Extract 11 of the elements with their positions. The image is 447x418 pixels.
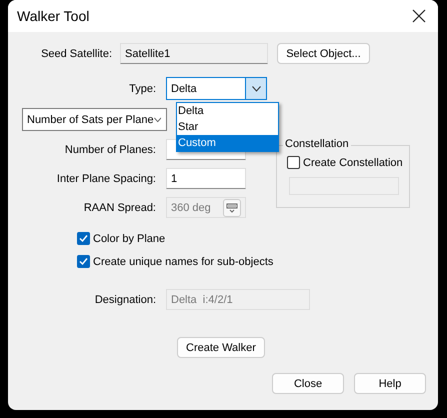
field-label: Number of Planes: bbox=[64, 144, 157, 156]
field-label: Designation: bbox=[94, 294, 157, 306]
field-label: Seed Satellite: bbox=[40, 48, 113, 60]
checkbox-label: Create Constellation bbox=[303, 156, 403, 168]
checkbox-label: Create unique names for sub-objects bbox=[93, 256, 274, 268]
field-label: Type: bbox=[128, 82, 157, 94]
window-title: Walker Tool bbox=[17, 8, 90, 24]
checkbox-label: Color by Plane bbox=[93, 232, 166, 244]
field-label: RAAN Spread: bbox=[82, 202, 157, 214]
field-label: Inter Plane Spacing: bbox=[56, 172, 157, 184]
group-title: Constellation bbox=[283, 138, 351, 150]
